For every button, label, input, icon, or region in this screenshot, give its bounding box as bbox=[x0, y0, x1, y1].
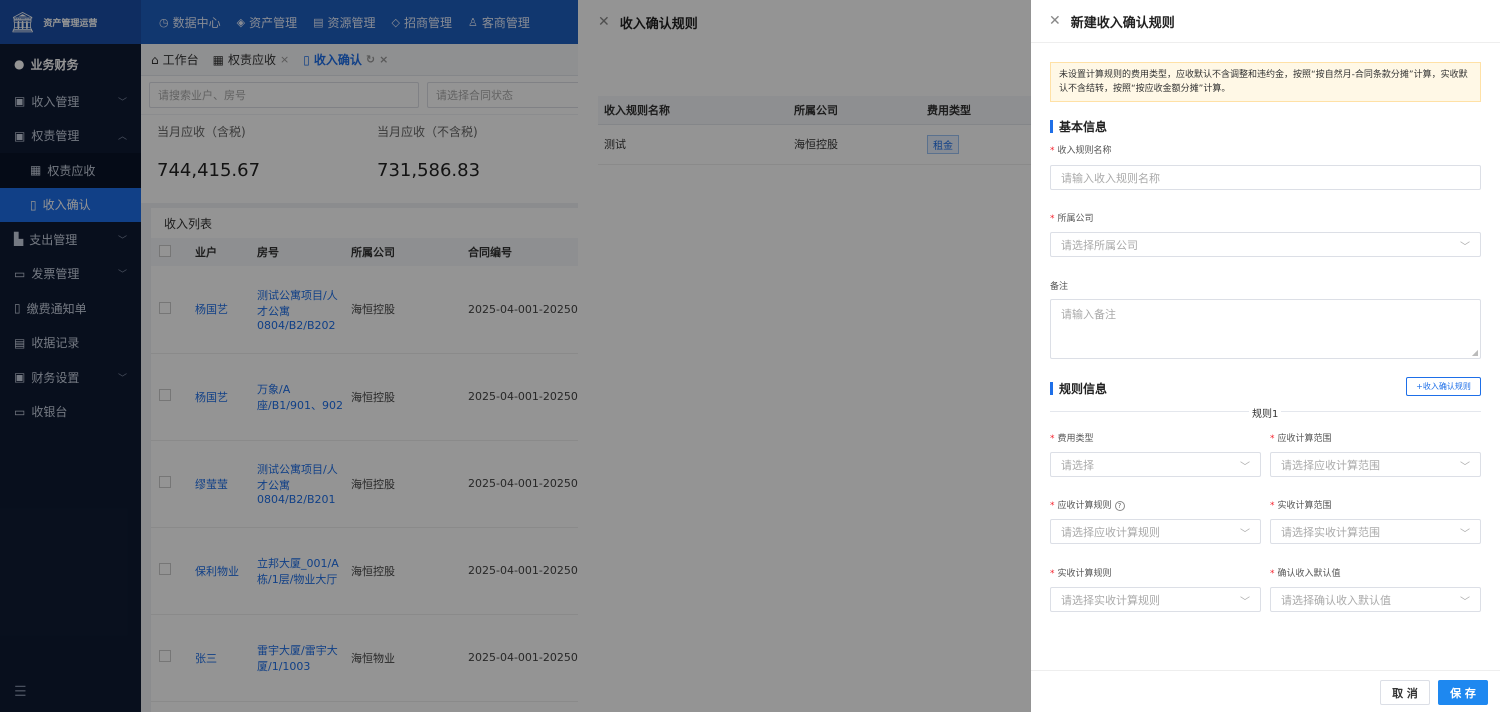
close-icon[interactable]: ✕ bbox=[1049, 13, 1061, 29]
chevron-down-icon: ﹀ bbox=[1240, 529, 1250, 540]
cancel-button[interactable]: 取 消 bbox=[1380, 680, 1430, 705]
rule-name-label: * 收入规则名称 bbox=[1050, 146, 1112, 156]
chevron-down-icon: ﹀ bbox=[1240, 597, 1250, 608]
receivable-range-label: * 应收计算范围 bbox=[1270, 434, 1332, 444]
rule-name-input[interactable]: 请输入收入规则名称 bbox=[1050, 165, 1481, 190]
remark-textarea[interactable]: 请输入备注 ◢ bbox=[1050, 299, 1481, 359]
drawer-footer: 取 消 保 存 bbox=[1031, 670, 1500, 712]
rule-info-section: 规则信息 bbox=[1050, 380, 1107, 397]
confirm-default-select[interactable]: 请选择确认收入默认值 ﹀ bbox=[1270, 587, 1481, 612]
actual-range-label: * 实收计算范围 bbox=[1270, 501, 1332, 511]
fee-type-select[interactable]: 请选择 ﹀ bbox=[1050, 452, 1261, 477]
app-shell: 🏛 资产管理运营 ◷ 数据中心 ◈ 资产管理 ▤ 资源管理 ◇ 招商管理 ♙ 客商管理 ●… bbox=[0, 0, 1500, 712]
section-marker bbox=[1050, 120, 1053, 133]
remark-label: 备注 bbox=[1050, 282, 1069, 292]
required-mark: * bbox=[1050, 569, 1055, 579]
section-marker bbox=[1050, 382, 1053, 395]
required-mark: * bbox=[1270, 569, 1275, 579]
notice-banner: 未设置计算规则的费用类型，应收默认不含调整和违约金，按照“按自然月-合同条款分摊… bbox=[1050, 62, 1481, 102]
add-rule-button[interactable]: +收入确认规则 bbox=[1406, 377, 1481, 396]
receivable-rule-label: * 应收计算规则? bbox=[1050, 498, 1125, 511]
company-select[interactable]: 请选择所属公司 ﹀ bbox=[1050, 232, 1481, 257]
confirm-default-label: * 确认收入默认值 bbox=[1270, 569, 1341, 579]
save-button[interactable]: 保 存 bbox=[1438, 680, 1488, 705]
required-mark: * bbox=[1050, 146, 1055, 156]
help-icon[interactable]: ? bbox=[1114, 500, 1125, 511]
required-mark: * bbox=[1270, 434, 1275, 444]
actual-rule-label: * 实收计算规则 bbox=[1050, 569, 1112, 579]
actual-rule-select[interactable]: 请选择实收计算规则 ﹀ bbox=[1050, 587, 1261, 612]
chevron-down-icon: ﹀ bbox=[1460, 597, 1470, 608]
drawer-title: 新建收入确认规则 bbox=[1070, 15, 1175, 31]
basic-info-section: 基本信息 bbox=[1050, 118, 1107, 135]
chevron-down-icon: ﹀ bbox=[1460, 242, 1470, 253]
receivable-rule-select[interactable]: 请选择应收计算规则 ﹀ bbox=[1050, 519, 1261, 544]
chevron-down-icon: ﹀ bbox=[1460, 529, 1470, 540]
receivable-range-select[interactable]: 请选择应收计算范围 ﹀ bbox=[1270, 452, 1481, 477]
new-rule-drawer: ✕ 新建收入确认规则 未设置计算规则的费用类型，应收默认不含调整和违约金，按照“… bbox=[1031, 0, 1500, 712]
chevron-down-icon: ﹀ bbox=[1460, 462, 1470, 473]
required-mark: * bbox=[1050, 501, 1055, 511]
modal-backdrop[interactable] bbox=[578, 0, 1031, 712]
required-mark: * bbox=[1050, 434, 1055, 444]
chevron-down-icon: ﹀ bbox=[1240, 462, 1250, 473]
drawer-header: ✕ 新建收入确认规则 bbox=[1031, 0, 1500, 43]
required-mark: * bbox=[1270, 501, 1275, 511]
resize-handle-icon[interactable]: ◢ bbox=[1472, 348, 1478, 357]
required-mark: * bbox=[1050, 214, 1055, 224]
company-label: * 所属公司 bbox=[1050, 214, 1094, 224]
fee-type-label: * 费用类型 bbox=[1050, 434, 1094, 444]
rule-divider-label: 规则1 bbox=[1249, 405, 1282, 420]
actual-range-select[interactable]: 请选择实收计算范围 ﹀ bbox=[1270, 519, 1481, 544]
